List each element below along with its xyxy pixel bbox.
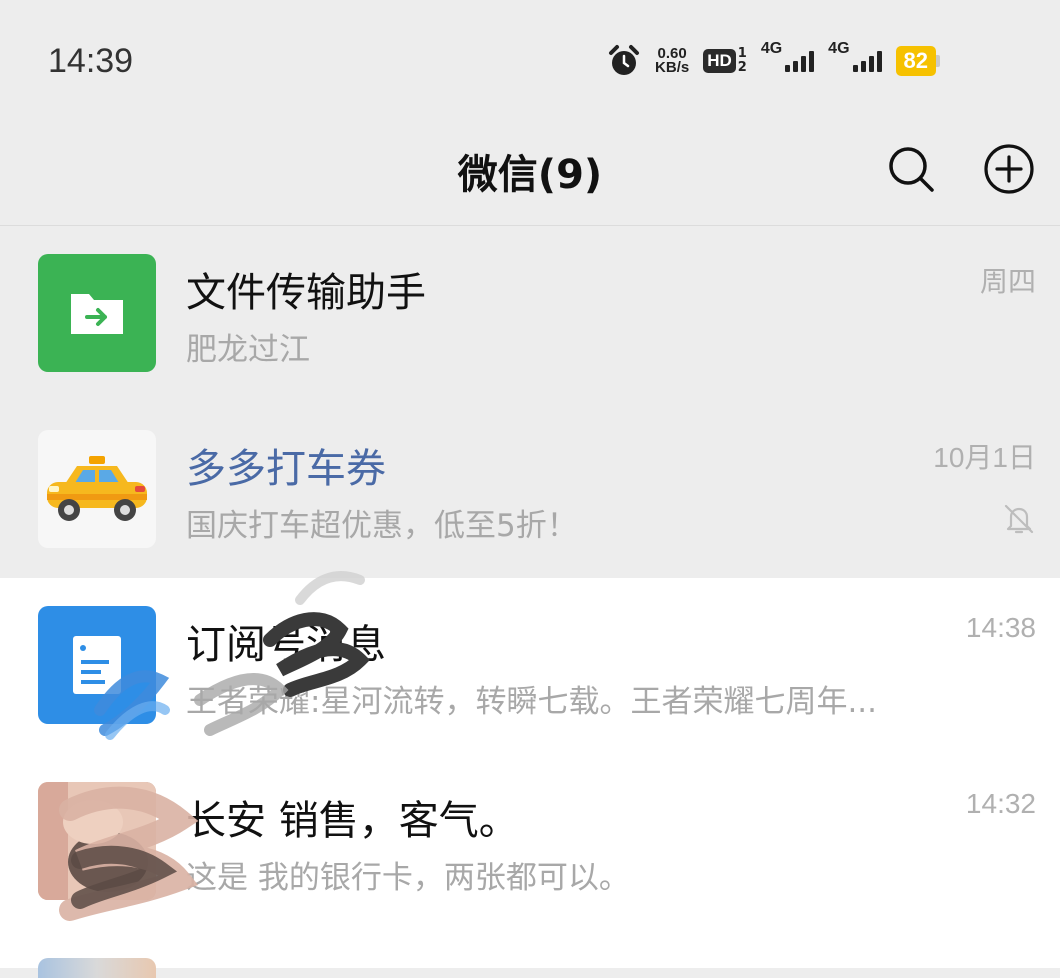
mute-bell-icon	[1004, 504, 1034, 534]
network-speed: 0.60 KB/s	[655, 46, 690, 76]
avatar	[38, 606, 156, 724]
sim2-signal: 4G	[828, 40, 882, 72]
chat-time: 周四	[979, 266, 1036, 297]
status-icons: 0.60 KB/s HD 1 2 4G 4G 82	[607, 40, 940, 78]
subscription-doc-icon	[73, 636, 121, 694]
chat-time: 10月1日	[933, 442, 1036, 473]
taxi-icon	[47, 456, 147, 521]
chat-preview: 这是 我的银行卡，两张都可以。	[186, 860, 630, 896]
app-header: 微信(9)	[0, 120, 1060, 226]
status-time: 14:39	[48, 42, 134, 80]
sim1-network-label: 4G	[760, 40, 783, 57]
chat-item-subscriptions[interactable]: 订阅号消息 王者荣耀:星河流转，转瞬七载。王者荣耀七周年... 14:38	[0, 578, 1060, 754]
sim1-signal: 4G	[761, 40, 815, 72]
folder-transfer-icon	[71, 294, 123, 334]
chat-time: 14:32	[965, 788, 1036, 819]
alarm-icon	[609, 45, 640, 75]
avatar	[38, 254, 156, 372]
search-icon	[889, 147, 934, 192]
status-bar: 14:39 0.60 KB/s HD 1 2 4G 4G 82	[0, 0, 1060, 120]
battery-icon	[936, 55, 940, 67]
hd-sim2: 2	[737, 60, 747, 75]
sim2-network-label: 4G	[828, 40, 850, 57]
battery-level: 82	[895, 46, 936, 76]
chat-preview: 王者荣耀:星河流转，转瞬七载。王者荣耀七周年...	[186, 684, 878, 720]
battery-indicator: 82	[895, 46, 940, 76]
signal-bars-icon	[852, 50, 882, 72]
chat-time: 14:38	[965, 612, 1036, 643]
avatar	[38, 782, 156, 900]
chat-preview: 肥龙过江	[186, 332, 310, 368]
chat-name: 文件传输助手	[186, 270, 426, 316]
signal-bars-icon	[785, 50, 815, 72]
plus-circle-icon	[984, 144, 1034, 194]
chat-preview: 国庆打车超优惠，低至5折！	[186, 508, 578, 544]
hd-voice-indicator: HD 1 2	[703, 47, 747, 75]
search-button[interactable]	[884, 142, 938, 196]
hd-sim1: 1	[737, 46, 747, 61]
hd-label: HD	[703, 49, 736, 73]
chat-name: 多多打车券	[186, 446, 386, 492]
user-photo	[38, 782, 156, 900]
chat-item-file-transfer[interactable]: 文件传输助手 肥龙过江 周四	[0, 226, 1060, 402]
chat-list: 文件传输助手 肥龙过江 周四 多多打车券 国庆打车超优惠，低至5折！ 10月1日	[0, 226, 1060, 930]
chat-item-contact[interactable]: 长安 销售，客气。 这是 我的银行卡，两张都可以。 14:32	[0, 754, 1060, 930]
add-button[interactable]	[982, 142, 1036, 196]
chat-name: 订阅号消息	[186, 622, 386, 668]
chat-item-partial[interactable]	[0, 930, 1060, 978]
network-speed-unit: KB/s	[655, 59, 690, 76]
chat-name: 长安 销售，客气。	[186, 798, 519, 844]
avatar	[38, 430, 156, 548]
avatar	[38, 958, 156, 978]
chat-item-taxi-coupon[interactable]: 多多打车券 国庆打车超优惠，低至5折！ 10月1日	[0, 402, 1060, 578]
